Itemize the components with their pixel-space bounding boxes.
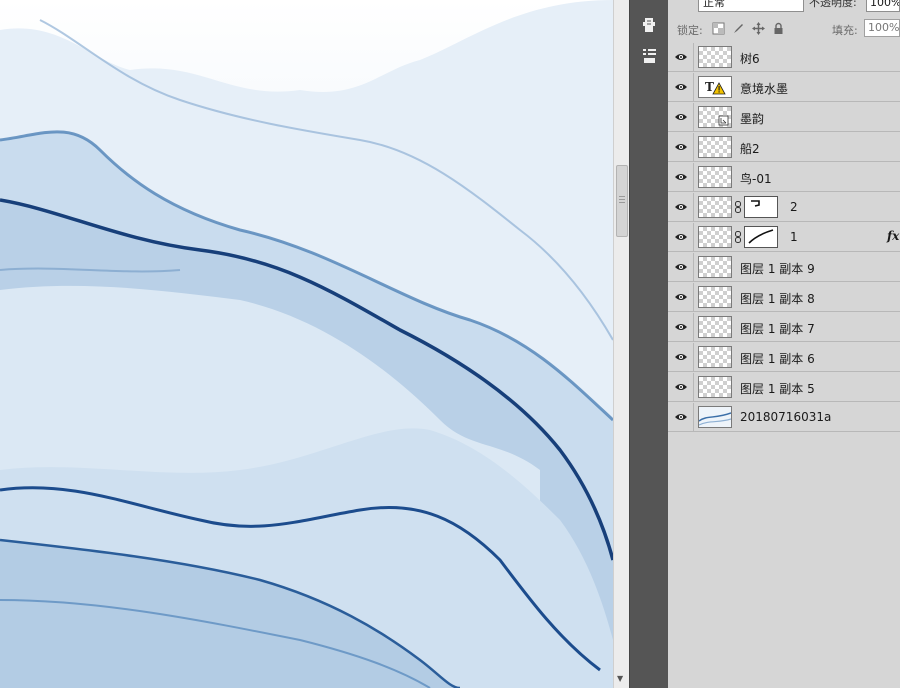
layer-thumbnail xyxy=(698,256,732,278)
layers-panel: 正常 不透明度: 100% 锁定: 填充: 100% 树6 T 意境水墨 墨韵 … xyxy=(668,0,900,688)
layer-row[interactable]: 1 fx xyxy=(668,223,900,252)
scrollbar-thumb[interactable] xyxy=(616,165,628,237)
layer-thumbnail xyxy=(698,136,732,158)
layer-name[interactable]: 1 xyxy=(790,230,798,244)
layer-mask-thumbnail[interactable] xyxy=(744,196,778,218)
lock-image-pixels-icon[interactable] xyxy=(732,22,745,35)
layer-row[interactable]: 20180716031a xyxy=(668,403,900,432)
layer-name[interactable]: 图层 1 副本 6 xyxy=(740,350,815,367)
lock-transparent-pixels-icon[interactable] xyxy=(712,22,725,35)
visibility-eye-icon[interactable] xyxy=(668,163,694,192)
layer-row[interactable]: T 意境水墨 xyxy=(668,73,900,102)
adjustment-list-icon[interactable] xyxy=(636,42,662,68)
mask-link-chain-icon[interactable] xyxy=(734,231,742,243)
visibility-eye-icon[interactable] xyxy=(668,43,694,72)
visibility-eye-icon[interactable] xyxy=(668,73,694,102)
ink-wash-artwork xyxy=(0,0,613,688)
lock-all-icon[interactable] xyxy=(772,22,785,35)
layer-name[interactable]: 20180716031a xyxy=(740,410,831,424)
layer-row[interactable]: 墨韵 xyxy=(668,103,900,132)
visibility-eye-icon[interactable] xyxy=(668,403,694,432)
opacity-input[interactable]: 100% xyxy=(866,0,900,12)
smart-object-thumbnail xyxy=(698,106,732,128)
layer-row[interactable]: 树6 xyxy=(668,43,900,72)
visibility-eye-icon[interactable] xyxy=(668,103,694,132)
scroll-down-arrow-icon[interactable]: ▼ xyxy=(617,674,623,683)
document-canvas[interactable] xyxy=(0,0,613,688)
layer-mask-thumbnail[interactable] xyxy=(744,226,778,248)
fill-input[interactable]: 100% xyxy=(864,19,900,37)
visibility-eye-icon[interactable] xyxy=(668,133,694,162)
fill-label: 填充: xyxy=(832,24,858,37)
layer-thumbnail xyxy=(698,166,732,188)
layer-name[interactable]: 船2 xyxy=(740,140,760,157)
layer-name[interactable]: 图层 1 副本 7 xyxy=(740,320,815,337)
layer-row[interactable]: 图层 1 副本 5 xyxy=(668,373,900,402)
blend-opacity-row: 正常 不透明度: 100% xyxy=(668,0,900,14)
image-layer-thumbnail xyxy=(698,406,732,428)
canvas-vertical-scrollbar[interactable]: ▼ xyxy=(613,0,629,688)
visibility-eye-icon[interactable] xyxy=(668,343,694,372)
layer-row[interactable]: 鸟-01 xyxy=(668,163,900,192)
layer-row[interactable]: 图层 1 副本 7 xyxy=(668,313,900,342)
layer-thumbnail xyxy=(698,196,732,218)
visibility-eye-icon[interactable] xyxy=(668,373,694,402)
lock-row: 锁定: 填充: 100% xyxy=(668,18,900,40)
visibility-eye-icon[interactable] xyxy=(668,223,694,252)
layer-thumbnail xyxy=(698,346,732,368)
mask-link-chain-icon[interactable] xyxy=(734,201,742,213)
layer-name[interactable]: 图层 1 副本 5 xyxy=(740,380,815,397)
layer-name[interactable]: 图层 1 副本 8 xyxy=(740,290,815,307)
smart-object-icon xyxy=(718,115,729,126)
blend-mode-select[interactable]: 正常 xyxy=(698,0,804,12)
lock-label: 锁定: xyxy=(677,24,703,37)
layer-thumbnail xyxy=(698,286,732,308)
layer-row[interactable]: 图层 1 副本 8 xyxy=(668,283,900,312)
layer-row[interactable]: 船2 xyxy=(668,133,900,162)
paint-bucket-icon[interactable] xyxy=(636,12,662,38)
visibility-eye-icon[interactable] xyxy=(668,313,694,342)
layer-name[interactable]: 图层 1 副本 9 xyxy=(740,260,815,277)
layer-name[interactable]: 意境水墨 xyxy=(740,80,788,97)
layer-name[interactable]: 树6 xyxy=(740,50,760,67)
layer-thumbnail xyxy=(698,376,732,398)
visibility-eye-icon[interactable] xyxy=(668,193,694,222)
layer-thumbnail xyxy=(698,316,732,338)
layer-row[interactable]: 图层 1 副本 6 xyxy=(668,343,900,372)
layer-name[interactable]: 墨韵 xyxy=(740,110,764,127)
layer-effects-fx-icon[interactable]: fx xyxy=(887,229,899,243)
layer-row[interactable]: 2 xyxy=(668,193,900,222)
opacity-label: 不透明度: xyxy=(809,0,857,9)
visibility-eye-icon[interactable] xyxy=(668,283,694,312)
layer-name[interactable]: 2 xyxy=(790,200,798,214)
layer-name[interactable]: 鸟-01 xyxy=(740,170,772,187)
visibility-eye-icon[interactable] xyxy=(668,253,694,282)
text-layer-warning-icon: T xyxy=(698,76,732,98)
layer-row[interactable]: 图层 1 副本 9 xyxy=(668,253,900,282)
layers-empty-area xyxy=(668,433,900,688)
panel-dock xyxy=(629,0,668,688)
layer-thumbnail xyxy=(698,226,732,248)
lock-position-icon[interactable] xyxy=(752,22,765,35)
layer-thumbnail xyxy=(698,46,732,68)
svg-text:T: T xyxy=(705,80,714,94)
